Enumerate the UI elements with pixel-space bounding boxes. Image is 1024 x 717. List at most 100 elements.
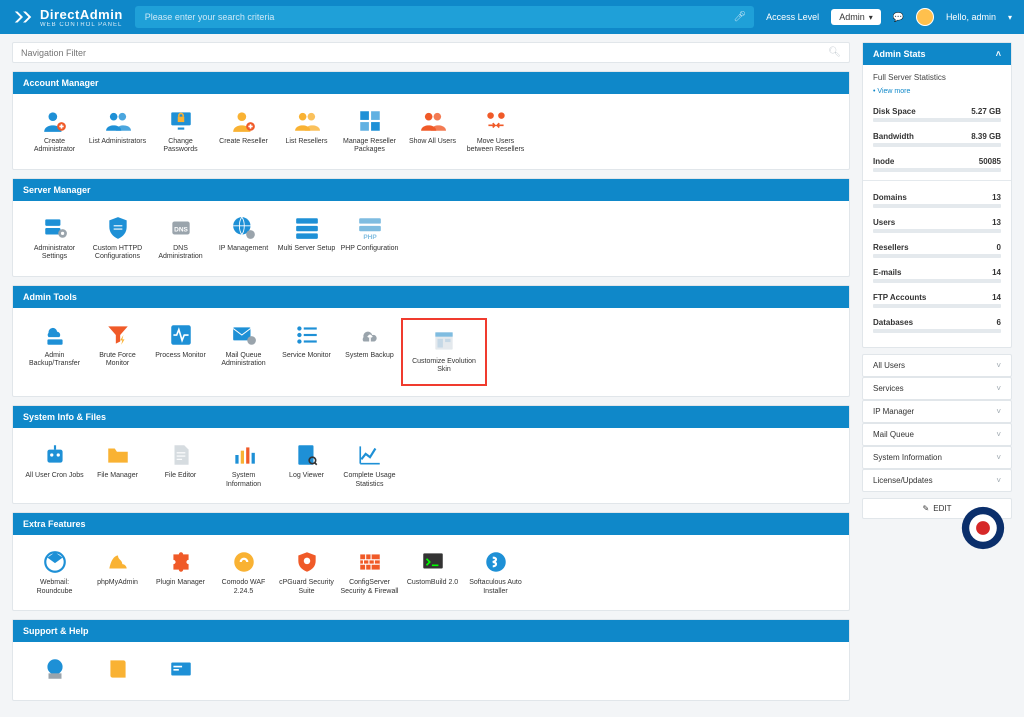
stat-row: Inode50085 [873, 153, 1001, 168]
page: 🔍︎ Account ManagerCreate AdministratorLi… [0, 34, 1024, 717]
section-panel: Support & Help [12, 619, 850, 701]
cloud-server-icon [42, 322, 68, 348]
menu-item[interactable] [86, 652, 149, 690]
header-right: Access Level Admin▾ 💬 Hello, admin ▾ [766, 8, 1012, 26]
menu-item[interactable]: List Administrators [86, 104, 149, 159]
menu-item[interactable]: Webmail: Roundcube [23, 545, 86, 600]
side-collapsed-row[interactable]: IP Manager˅ [862, 400, 1012, 423]
side-collapsed-row[interactable]: Services˅ [862, 377, 1012, 400]
window-icon [431, 328, 457, 354]
menu-item[interactable]: CustomBuild 2.0 [401, 545, 464, 600]
side-collapsed-row[interactable]: License/Updates ˅ [862, 469, 1012, 492]
file-icon [168, 442, 194, 468]
menu-item[interactable]: phpMyAdmin [86, 545, 149, 600]
menu-item-label: CustomBuild 2.0 [403, 579, 462, 587]
logo[interactable]: DirectAdmin WEB CONTROL PANEL [12, 6, 123, 28]
menu-item-label: List Resellers [277, 138, 336, 146]
menu-item[interactable]: Create Reseller [212, 104, 275, 159]
menu-item[interactable]: Process Monitor [149, 318, 212, 387]
line-chart-icon [357, 442, 383, 468]
menu-item-label: cPGuard Security Suite [277, 579, 336, 596]
cpguard-icon [294, 549, 320, 575]
menu-item[interactable]: System Backup [338, 318, 401, 387]
menu-item-label: Customize Evolution Skin [405, 358, 483, 375]
menu-item[interactable]: Custom HTTPD Configurations [86, 211, 149, 266]
menu-item[interactable] [149, 652, 212, 690]
menu-item[interactable]: Softaculous Auto Installer [464, 545, 527, 600]
stat-label: Users [873, 218, 895, 227]
menu-item[interactable]: Log Viewer [275, 438, 338, 493]
menu-item[interactable]: Change Passwords [149, 104, 212, 159]
admin-stats-header[interactable]: Admin Stats ˄ [863, 43, 1011, 65]
access-level-dropdown[interactable]: Admin▾ [831, 9, 881, 25]
side-collapsed-row[interactable]: All Users˅ [862, 354, 1012, 377]
side-collapsed-row[interactable]: Mail Queue˅ [862, 423, 1012, 446]
menu-item[interactable]: Complete Usage Statistics [338, 438, 401, 493]
stat-label: Databases [873, 318, 913, 327]
menu-item[interactable]: DNSDNS Administration [149, 211, 212, 266]
menu-item[interactable]: Admin Backup/Transfer [23, 318, 86, 387]
search-input[interactable] [135, 6, 754, 28]
side-collapsed-label: License/Updates [873, 476, 933, 485]
stat-row: FTP Accounts14 [873, 289, 1001, 304]
menu-item-label: Create Reseller [214, 138, 273, 146]
menu-item[interactable]: File Manager [86, 438, 149, 493]
menu-item[interactable]: Move Users between Resellers [464, 104, 527, 159]
menu-item[interactable]: Mail Queue Administration [212, 318, 275, 387]
list-dots-icon [294, 322, 320, 348]
nav-filter-input[interactable] [21, 48, 828, 58]
menu-item[interactable]: List Resellers [275, 104, 338, 159]
admin-stats-panel: Admin Stats ˄ Full Server Statistics • V… [862, 42, 1012, 348]
user-plus-icon [231, 108, 257, 134]
menu-item-label: Custom HTTPD Configurations [88, 245, 147, 262]
menu-item-label: Comodo WAF 2.24.5 [214, 579, 273, 596]
menu-item[interactable]: cPGuard Security Suite [275, 545, 338, 600]
menu-item[interactable]: PHPPHP Configuration [338, 211, 401, 266]
stat-value: 0 [997, 243, 1001, 252]
section-header: Extra Features [13, 513, 849, 535]
server-gear-icon [42, 215, 68, 241]
softaculous-icon [483, 549, 509, 575]
avatar[interactable] [916, 8, 934, 26]
monitor-lock-icon [168, 108, 194, 134]
mic-icon[interactable]: 🎤︎ [733, 12, 746, 23]
menu-item-label: Mail Queue Administration [214, 352, 273, 369]
menu-item[interactable]: All User Cron Jobs [23, 438, 86, 493]
view-more-link[interactable]: • View more [873, 88, 1001, 95]
menu-item[interactable]: Service Monitor [275, 318, 338, 387]
folder-icon [105, 442, 131, 468]
hello-text: Hello, admin [946, 12, 996, 22]
menu-item[interactable]: Plugin Manager [149, 545, 212, 600]
stat-bar [873, 304, 1001, 308]
stat-row: Bandwidth8.39 GB [873, 128, 1001, 143]
menu-item[interactable] [23, 652, 86, 690]
menu-item[interactable]: ConfigServer Security & Firewall [338, 545, 401, 600]
menu-item-label: Process Monitor [151, 352, 210, 360]
side-collapsed-row[interactable]: System Information˅ [862, 446, 1012, 469]
stat-row: Databases6 [873, 314, 1001, 329]
menu-item[interactable]: Show All Users [401, 104, 464, 159]
chevron-down-icon: ˅ [996, 476, 1001, 485]
mail-gear-icon [231, 322, 257, 348]
menu-item[interactable]: Customize Evolution Skin [401, 318, 487, 387]
menu-item-label: File Editor [151, 472, 210, 480]
access-level-label: Access Level [766, 12, 819, 22]
menu-item[interactable]: IP Management [212, 211, 275, 266]
menu-item-label: Webmail: Roundcube [25, 579, 84, 596]
svg-text:PHP: PHP [363, 234, 377, 241]
menu-item[interactable]: Administrator Settings [23, 211, 86, 266]
chevron-up-icon: ˄ [996, 49, 1001, 59]
user-menu-chevron-icon[interactable]: ▾ [1008, 13, 1012, 22]
menu-item[interactable]: File Editor [149, 438, 212, 493]
menu-item[interactable]: Create Administrator [23, 104, 86, 159]
menu-item[interactable]: Manage Reseller Packages [338, 104, 401, 159]
menu-item-label: System Backup [340, 352, 399, 360]
menu-item[interactable]: Brute Force Monitor [86, 318, 149, 387]
menu-item[interactable]: Multi Server Setup [275, 211, 338, 266]
notifications-icon[interactable]: 💬 [893, 12, 904, 23]
section-body: All User Cron JobsFile ManagerFile Edito… [13, 428, 849, 503]
menu-item[interactable]: System Information [212, 438, 275, 493]
menu-item[interactable]: Comodo WAF 2.24.5 [212, 545, 275, 600]
chevron-down-icon: ˅ [996, 453, 1001, 462]
nav-filter-wrap: 🔍︎ [12, 42, 850, 63]
